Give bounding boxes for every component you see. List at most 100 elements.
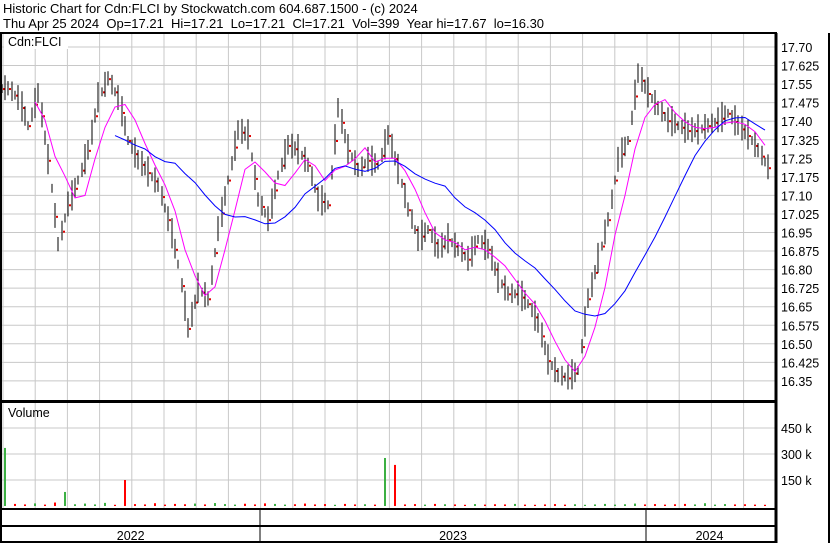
volume-tick-label: 450 k xyxy=(781,422,812,436)
volume-bar xyxy=(74,504,76,506)
price-dot xyxy=(603,245,605,248)
year-label: 2022 xyxy=(117,529,145,543)
price-dot xyxy=(649,92,651,95)
price-dot xyxy=(409,209,411,212)
volume-bar xyxy=(634,503,636,506)
price-dot xyxy=(269,219,271,222)
price-bars xyxy=(1,63,771,390)
price-dot xyxy=(749,135,751,138)
price-dot xyxy=(96,115,98,118)
volume-bar xyxy=(474,504,476,506)
price-dot xyxy=(609,219,611,222)
volume-bar xyxy=(104,502,106,506)
price-dot xyxy=(636,95,638,98)
volume-bar xyxy=(644,504,646,506)
price-dot xyxy=(469,258,471,261)
volume-bar xyxy=(534,504,536,506)
price-dot xyxy=(76,187,78,190)
volume-bar xyxy=(614,504,616,506)
price-tick-label: 17.55 xyxy=(781,78,812,92)
price-dot xyxy=(583,346,585,349)
volume-bar xyxy=(384,457,386,506)
volume-bar xyxy=(44,504,46,506)
price-dot xyxy=(256,177,258,180)
volume-bar xyxy=(64,491,66,506)
volume-bar xyxy=(524,504,526,506)
volume-bar xyxy=(34,503,36,506)
price-tick-label: 17.25 xyxy=(781,152,812,166)
price-dot xyxy=(763,155,765,158)
price-dot xyxy=(289,144,291,147)
volume-bar xyxy=(684,503,686,506)
volume-bar xyxy=(734,504,736,506)
volume-bar xyxy=(394,464,396,506)
volume-bar xyxy=(604,503,606,506)
price-dot xyxy=(263,205,265,208)
symbol-label: Cdn:FLCI xyxy=(8,35,62,49)
price-tick-label: 17.475 xyxy=(781,97,819,111)
moving-averages xyxy=(34,98,766,373)
price-dot xyxy=(189,327,191,330)
volume-bar xyxy=(154,503,156,506)
volume-panel-frame xyxy=(0,401,777,510)
volume-bar xyxy=(764,504,766,506)
volume-bar xyxy=(694,504,696,506)
price-dot xyxy=(9,88,11,91)
price-panel-frame xyxy=(0,32,777,402)
volume-bar xyxy=(714,504,716,506)
volume-bar xyxy=(344,503,346,506)
volume-bar xyxy=(744,504,746,506)
volume-bar xyxy=(124,480,126,506)
volume-bar xyxy=(184,504,186,506)
price-dot xyxy=(63,230,65,233)
volume-bar xyxy=(484,504,486,506)
volume-bar xyxy=(404,504,406,506)
volume-bar xyxy=(234,504,236,506)
price-tick-label: 17.625 xyxy=(781,60,819,74)
volume-bar xyxy=(454,504,456,506)
year-label: 2024 xyxy=(696,529,724,543)
volume-bar xyxy=(504,504,506,506)
price-dot xyxy=(123,111,125,114)
price-dot xyxy=(349,149,351,152)
price-tick-label: 17.40 xyxy=(781,115,812,129)
price-tick-label: 16.875 xyxy=(781,245,819,259)
volume-bar xyxy=(704,503,706,506)
moving-average-long xyxy=(114,116,766,317)
grid xyxy=(1,33,777,508)
volume-bar xyxy=(134,504,136,506)
volume-bar xyxy=(54,502,56,506)
price-dot xyxy=(216,252,218,255)
price-dot xyxy=(509,293,511,296)
volume-bar xyxy=(314,504,316,506)
volume-bar xyxy=(624,504,626,506)
volume-bar xyxy=(594,504,596,506)
volume-bar xyxy=(724,504,726,506)
volume-bar xyxy=(214,503,216,506)
price-tick-label: 16.50 xyxy=(781,338,812,352)
price-dot xyxy=(69,204,71,207)
volume-label: Volume xyxy=(8,406,50,420)
volume-bar xyxy=(544,504,546,506)
price-dot xyxy=(336,139,338,142)
price-dot xyxy=(109,78,111,81)
volume-bar xyxy=(434,503,436,506)
volume-bar xyxy=(334,504,336,506)
price-tick-label: 16.80 xyxy=(781,264,812,278)
volume-bars xyxy=(4,447,766,506)
price-dot xyxy=(29,125,31,128)
price-tick-label: 17.025 xyxy=(781,208,819,222)
volume-bar xyxy=(114,504,116,506)
volume-bar xyxy=(84,503,86,506)
volume-bar xyxy=(444,504,446,506)
price-dot xyxy=(169,219,171,222)
volume-bar xyxy=(194,503,196,506)
volume-bar xyxy=(304,503,306,506)
price-dot xyxy=(616,179,618,182)
volume-bar xyxy=(354,504,356,506)
price-dot xyxy=(769,167,771,170)
volume-bar xyxy=(374,504,376,506)
price-dot xyxy=(669,120,671,123)
volume-bar xyxy=(164,504,166,506)
volume-bar xyxy=(324,504,326,506)
